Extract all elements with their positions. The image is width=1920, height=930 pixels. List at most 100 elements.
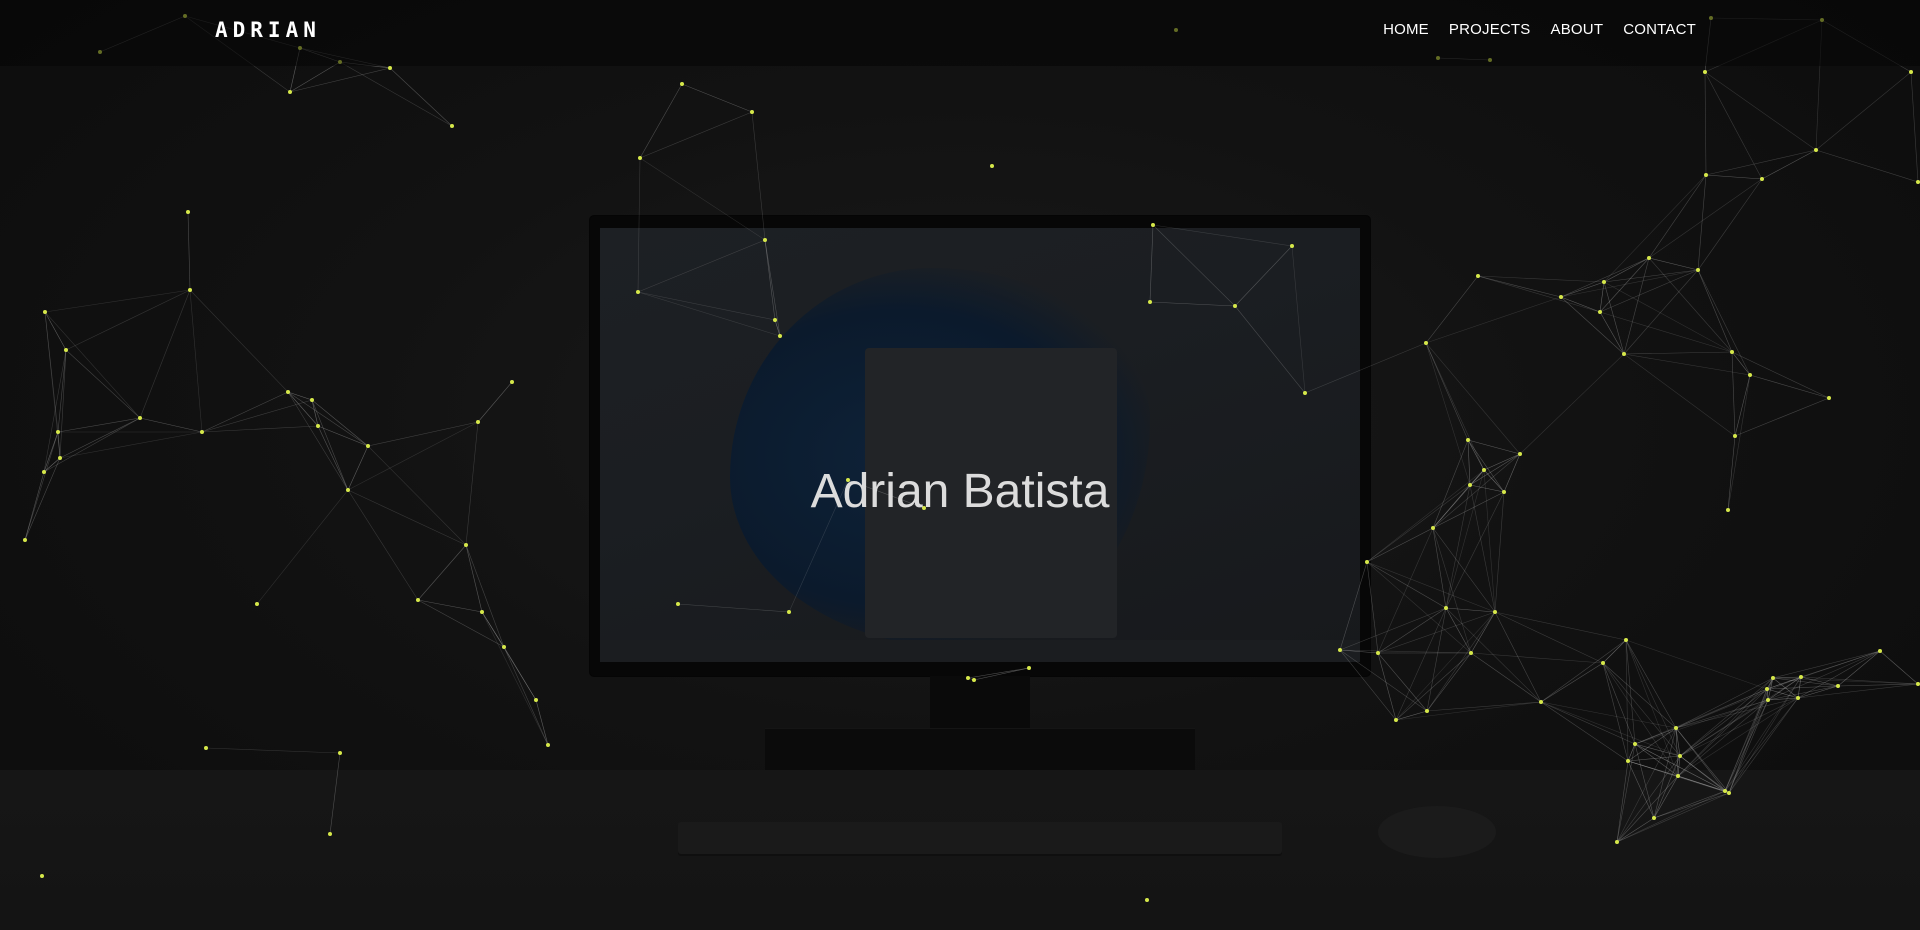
network-particle <box>778 334 782 338</box>
network-particle <box>1760 177 1764 181</box>
network-link <box>201 391 289 433</box>
network-link <box>1377 611 1496 654</box>
network-link <box>1366 561 1472 654</box>
network-link <box>1677 775 1726 792</box>
network-particle <box>1766 698 1770 702</box>
network-link <box>1234 305 1306 394</box>
network-link <box>187 211 191 291</box>
top-navbar: ADRIAN HOME PROJECTS ABOUT CONTACT <box>0 0 1920 66</box>
network-link <box>1731 351 1830 399</box>
network-link <box>637 157 641 293</box>
network-particle <box>40 874 44 878</box>
network-link <box>417 599 505 648</box>
network-particle <box>763 238 767 242</box>
network-link <box>1724 676 1802 792</box>
network-link <box>1540 701 1677 729</box>
network-link <box>1731 351 1751 376</box>
network-particle <box>1799 675 1803 679</box>
network-link <box>1675 676 1802 729</box>
network-link <box>1724 697 1799 792</box>
network-link <box>1560 296 1601 313</box>
network-particle <box>1148 300 1152 304</box>
network-particle <box>316 424 320 428</box>
network-link <box>1377 652 1397 721</box>
network-link <box>189 289 289 393</box>
network-particle <box>787 610 791 614</box>
network-link <box>503 646 537 701</box>
network-particle <box>1394 718 1398 722</box>
network-link <box>1734 397 1830 437</box>
network-link <box>1704 71 1763 180</box>
network-link <box>1910 71 1919 183</box>
network-particle <box>750 110 754 114</box>
network-link <box>1540 639 1627 703</box>
network-link <box>1623 351 1733 355</box>
network-particle <box>676 602 680 606</box>
nav-projects-link[interactable]: PROJECTS <box>1449 21 1531 38</box>
network-link <box>1432 527 1447 609</box>
network-particle <box>476 420 480 424</box>
network-link <box>1648 257 1733 353</box>
network-link <box>465 544 483 613</box>
network-link <box>287 391 369 447</box>
network-link <box>1815 71 1912 151</box>
network-link <box>1149 224 1154 303</box>
network-link <box>1704 71 1707 176</box>
network-link <box>1616 790 1726 843</box>
network-particle <box>1723 789 1727 793</box>
network-link <box>1494 611 1627 641</box>
hero-title: Adrian Batista <box>810 465 1110 519</box>
network-link <box>1705 174 1763 180</box>
network-link <box>639 111 753 159</box>
network-particle <box>1598 310 1602 314</box>
network-link <box>1767 650 1881 701</box>
network-particle <box>1626 759 1630 763</box>
network-link <box>1425 296 1562 344</box>
network-link <box>1677 699 1769 777</box>
network-particle <box>534 698 538 702</box>
network-link <box>417 544 467 601</box>
nav-about-link[interactable]: ABOUT <box>1551 21 1604 38</box>
network-link <box>681 83 753 113</box>
network-link <box>637 239 766 293</box>
network-link <box>639 157 766 241</box>
network-particle <box>138 416 142 420</box>
network-link <box>1519 353 1625 455</box>
network-link <box>1623 353 1751 376</box>
network-link <box>1616 755 1681 843</box>
network-particle <box>1145 898 1149 902</box>
network-particle <box>1424 341 1428 345</box>
site-logo[interactable]: ADRIAN <box>215 18 321 42</box>
network-link <box>289 67 391 93</box>
network-link <box>774 319 781 337</box>
nav-home-link[interactable]: HOME <box>1383 21 1429 38</box>
network-particle <box>1539 700 1543 704</box>
network-link <box>465 544 505 648</box>
network-link <box>1749 374 1830 399</box>
network-particle <box>1796 696 1800 700</box>
network-particle <box>1376 651 1380 655</box>
network-link <box>339 61 453 127</box>
network-link <box>1653 792 1730 819</box>
network-link <box>1648 174 1707 259</box>
network-link <box>311 399 369 447</box>
network-particle <box>546 743 550 747</box>
network-link <box>1149 301 1236 307</box>
network-particle <box>255 602 259 606</box>
network-particle <box>1615 840 1619 844</box>
network-particle <box>1027 666 1031 670</box>
network-particle <box>186 210 190 214</box>
nav-contact-link[interactable]: CONTACT <box>1623 21 1696 38</box>
network-particle <box>1704 173 1708 177</box>
network-link <box>1616 743 1636 843</box>
network-particle <box>773 318 777 322</box>
network-particle <box>1624 638 1628 642</box>
network-link <box>44 289 191 313</box>
network-particle <box>1559 295 1563 299</box>
network-particle <box>200 430 204 434</box>
network-link <box>389 67 453 127</box>
network-link <box>139 417 203 433</box>
network-link <box>1653 775 1679 819</box>
network-link <box>764 239 776 321</box>
network-particle <box>1814 148 1818 152</box>
